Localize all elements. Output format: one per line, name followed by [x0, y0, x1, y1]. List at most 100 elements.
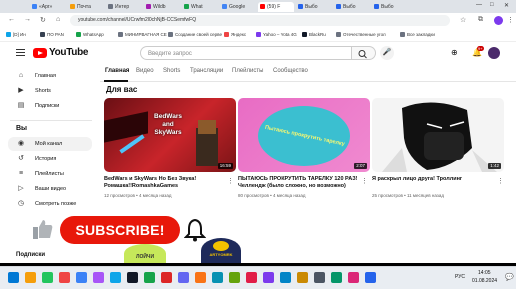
sidebar-item[interactable]: ◉ Мой канал: [8, 137, 92, 151]
microphone-icon[interactable]: 🎤: [380, 46, 394, 60]
browser-menu-icon[interactable]: ⋮: [507, 16, 514, 24]
tab-favicon-icon: [260, 4, 265, 9]
star-icon[interactable]: ☆: [460, 16, 466, 24]
browser-tab[interactable]: Google: [220, 2, 256, 12]
sidebar-you-header[interactable]: Вы: [16, 125, 27, 132]
taskbar-app-icon[interactable]: [365, 272, 376, 283]
taskbar-app-icon[interactable]: [297, 272, 308, 283]
video-title-3[interactable]: Я раскрыл лицо друга! Троллинг: [372, 176, 502, 183]
bookmark-label: Отечественные угол: [343, 32, 386, 37]
sidebar-item-label: История: [35, 156, 57, 162]
taskbar-app-icon[interactable]: [127, 272, 138, 283]
tab-favicon-icon: [32, 4, 37, 9]
forward-icon[interactable]: →: [24, 16, 31, 23]
bookmark-favicon-icon: [40, 32, 45, 37]
sidebar-item[interactable]: ▤ Подписки: [0, 99, 96, 113]
video-thumbnail-3[interactable]: 1:42: [372, 98, 504, 172]
channel-tab[interactable]: Сообщество: [273, 68, 308, 74]
taskbar-app-icon[interactable]: [331, 272, 342, 283]
sidebar-item[interactable]: ⌂ Главная: [0, 69, 96, 83]
search-input[interactable]: Введите запрос: [140, 46, 352, 60]
extensions-icon[interactable]: ⧉: [478, 16, 483, 24]
video-thumbnail-2[interactable]: Пытаюсь прокрутить тарелку 2:07: [238, 98, 370, 172]
profile-avatar[interactable]: [494, 16, 503, 25]
youtube-brand[interactable]: YouTube: [49, 47, 89, 58]
overlay-badge-2: ARTYOMRK: [201, 238, 241, 263]
browser-tab[interactable]: Wildb: [144, 2, 180, 12]
thumbnail-character-head: [198, 120, 216, 134]
start-icon[interactable]: [8, 272, 19, 283]
home-button-icon[interactable]: ⌂: [56, 16, 60, 23]
taskbar-app-icon[interactable]: [144, 272, 155, 283]
bookmark-item[interactable]: Yahoo – Yota 4G: [256, 31, 297, 38]
taskbar-app-icon[interactable]: [212, 272, 223, 283]
bookmark-item[interactable]: WhatsApp: [76, 31, 104, 38]
account-avatar[interactable]: [488, 47, 500, 59]
video-more-icon[interactable]: ⋮: [497, 177, 504, 185]
sidebar-item[interactable]: ≡ Плейлисты: [0, 167, 96, 181]
menu-icon[interactable]: [16, 49, 25, 56]
taskbar-app-icon[interactable]: [42, 272, 53, 283]
browser-tab[interactable]: Выбо: [296, 2, 332, 12]
taskbar-app-icon[interactable]: [195, 272, 206, 283]
bookmark-item[interactable]: Bce закладки: [400, 31, 435, 38]
taskbar-app-icon[interactable]: [246, 272, 257, 283]
browser-tab[interactable]: (59) F: [258, 2, 294, 12]
sidebar-item[interactable]: ↺ История: [0, 152, 96, 166]
browser-tab[interactable]: Почта: [68, 2, 104, 12]
taskbar-app-icon[interactable]: [314, 272, 325, 283]
sidebar-item[interactable]: ◷ Смотреть позже: [0, 197, 96, 211]
minimize-icon[interactable]: —: [476, 2, 482, 8]
bookmark-item[interactable]: МИНИРВАГНАЯ СЕ: [118, 31, 167, 38]
youtube-logo-icon[interactable]: [33, 48, 47, 58]
browser-tab[interactable]: What: [182, 2, 218, 12]
channel-tab[interactable]: Главная: [105, 68, 129, 74]
bookmark-item[interactable]: [D] Ин: [6, 31, 26, 38]
taskbar-app-icon[interactable]: [110, 272, 121, 283]
bookmark-item[interactable]: Яндекс: [224, 31, 246, 38]
browser-tab[interactable]: Интер: [106, 2, 142, 12]
bookmark-item[interactable]: Отечественные угол: [336, 31, 386, 38]
browser-tab[interactable]: Выбо: [372, 2, 408, 12]
channel-tab[interactable]: Shorts: [163, 68, 180, 74]
search-button[interactable]: [352, 46, 376, 60]
language-indicator[interactable]: РУС: [455, 274, 465, 280]
video-title-1[interactable]: BedWars и SkyWars Но Без Звука! Ромашка!…: [104, 176, 234, 190]
channel-tab[interactable]: Плейлисты: [232, 68, 263, 74]
channel-tab[interactable]: Видео: [136, 68, 154, 74]
close-icon[interactable]: ✕: [504, 2, 509, 9]
browser-tab[interactable]: «Apr»: [30, 2, 66, 12]
bookmark-item[interactable]: Создание своей серве: [168, 31, 222, 38]
taskbar-app-icon[interactable]: [161, 272, 172, 283]
bookmark-favicon-icon: [118, 32, 123, 37]
taskbar-app-icon[interactable]: [229, 272, 240, 283]
back-icon[interactable]: ←: [8, 16, 15, 23]
taskbar-app-icon[interactable]: [59, 272, 70, 283]
tab-label: Выбо: [343, 4, 356, 10]
taskbar-app-icon[interactable]: [178, 272, 189, 283]
sidebar-item[interactable]: ▷ Ваши видео: [0, 182, 96, 196]
video-thumbnail-1[interactable]: BedWars and SkyWars 16:59: [104, 98, 236, 172]
bookmark-item[interactable]: ПО PAN: [40, 31, 64, 38]
browser-tab[interactable]: Выбо: [334, 2, 370, 12]
create-icon[interactable]: ⊕: [451, 48, 458, 57]
taskbar-app-icon[interactable]: [263, 272, 274, 283]
sidebar-item[interactable]: ▶ Shorts: [0, 84, 96, 98]
sidebar-divider: [10, 120, 92, 121]
channel-tab[interactable]: Трансляции: [190, 68, 223, 74]
taskbar-app-icon[interactable]: [76, 272, 87, 283]
video-more-icon[interactable]: ⋮: [361, 177, 368, 185]
bookmark-item[interactable]: BlackRu: [302, 31, 326, 38]
video-title-2[interactable]: ПЫТАЮСЬ ПРОКРУТИТЬ ТАРЕЛКУ 120 РАЗ! Челл…: [238, 176, 368, 190]
maximize-icon[interactable]: □: [490, 2, 494, 8]
url-field[interactable]: youtube.com/channel/UCrwfm2l0chNjB-CCSem…: [70, 15, 450, 26]
reload-icon[interactable]: ↻: [40, 16, 46, 24]
video-more-icon[interactable]: ⋮: [227, 177, 234, 185]
taskbar-app-icon[interactable]: [25, 272, 36, 283]
taskbar-app-icon[interactable]: [93, 272, 104, 283]
notification-center-icon[interactable]: 💬: [505, 273, 514, 281]
taskbar-app-icon[interactable]: [280, 272, 291, 283]
clock-date[interactable]: 01.08.2024: [472, 278, 497, 284]
taskbar-app-icon[interactable]: [348, 272, 359, 283]
clock-time[interactable]: 14:05: [478, 270, 491, 276]
